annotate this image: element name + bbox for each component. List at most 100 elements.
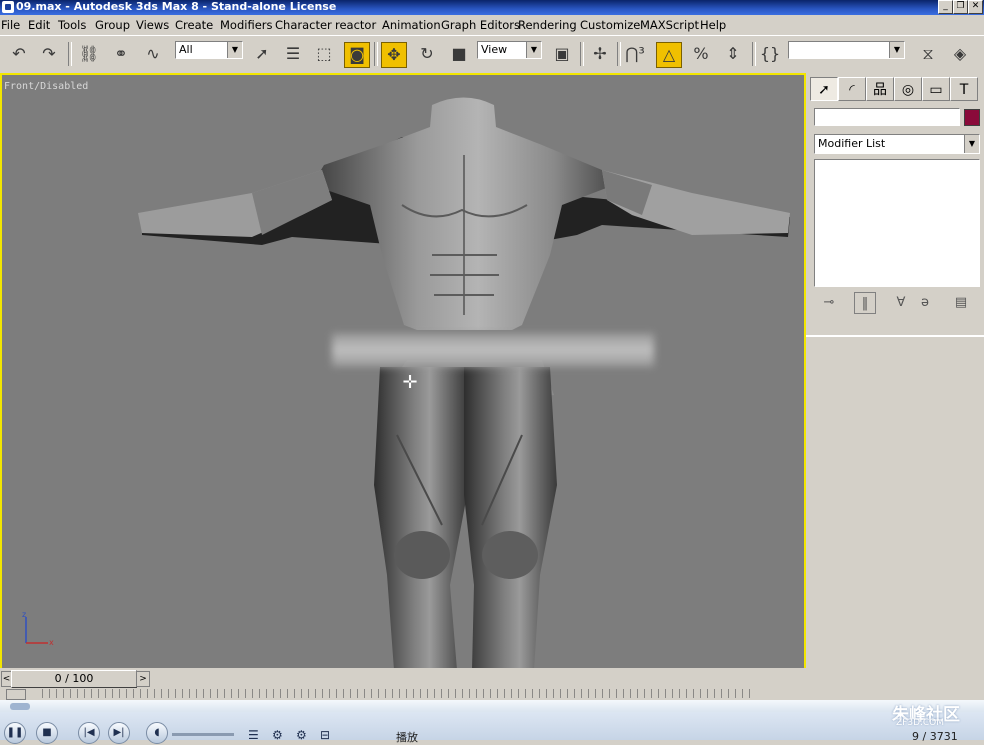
- modifier-list-dropdown[interactable]: Modifier List ▼: [814, 134, 980, 154]
- selection-filter-value: All: [179, 43, 193, 56]
- utilities-icon[interactable]: T: [950, 77, 978, 101]
- window-crossing-icon[interactable]: ◙: [344, 42, 370, 68]
- pause-icon[interactable]: ❚❚: [4, 722, 26, 744]
- display-icon[interactable]: ▭: [922, 77, 950, 101]
- toolbar-separator: [374, 42, 378, 66]
- create-icon[interactable]: ➚: [810, 77, 838, 101]
- chevron-down-icon[interactable]: ▼: [964, 135, 979, 153]
- menu-help[interactable]: Help: [700, 18, 726, 32]
- make-unique-icon[interactable]: ∀: [890, 292, 912, 314]
- menu-maxscript[interactable]: MAXScript: [640, 18, 699, 32]
- seek-bar[interactable]: [0, 700, 984, 712]
- select-object-icon[interactable]: ➚: [249, 41, 275, 67]
- menu-animation[interactable]: Animation: [382, 18, 441, 32]
- curve-editor-icon[interactable]: [6, 689, 26, 700]
- menu-file[interactable]: File: [1, 18, 20, 32]
- align-icon[interactable]: ◈: [947, 41, 973, 67]
- configure-sets-icon[interactable]: ▤: [950, 292, 972, 314]
- menu-graph-editors[interactable]: Graph Editors: [441, 18, 520, 32]
- main-toolbar: ↶ ↷ ⛓ ⚭ ∿ All ▼ ➚ ☰ ⬚ ◙ ✥ ↻ ■ View ▼ ▣ ✢…: [0, 35, 984, 74]
- select-link-icon[interactable]: ⛓: [76, 41, 102, 67]
- menu-bar: File Edit Tools Group Views Create Modif…: [0, 15, 984, 35]
- blurred-overlay: [332, 333, 654, 367]
- restore-icon[interactable]: ❐: [953, 0, 968, 14]
- axis-tripod: z x: [22, 610, 54, 647]
- toolbar-separator: [68, 42, 72, 66]
- menu-character[interactable]: Character: [275, 18, 332, 32]
- selection-filter-dropdown[interactable]: All ▼: [175, 41, 243, 59]
- time-slider[interactable]: < 0 / 100 >: [0, 668, 806, 688]
- chevron-down-icon[interactable]: ▼: [227, 42, 242, 58]
- play-status: 播放: [396, 731, 418, 744]
- time-next-icon[interactable]: >: [136, 671, 150, 687]
- manipulate-icon[interactable]: ✢: [587, 41, 613, 67]
- menu-create[interactable]: Create: [175, 18, 213, 32]
- object-color-swatch[interactable]: [964, 109, 980, 126]
- remove-modifier-icon[interactable]: ə: [914, 292, 936, 314]
- toolbar-separator: [752, 42, 756, 66]
- menu-group[interactable]: Group: [95, 18, 130, 32]
- scale-icon[interactable]: ■: [446, 41, 472, 67]
- spinner-snap-icon[interactable]: ⇕: [720, 41, 746, 67]
- snap-3d-icon[interactable]: ⋂³: [622, 41, 648, 67]
- show-end-result-icon[interactable]: ‖: [854, 292, 876, 314]
- ref-coord-dropdown[interactable]: View ▼: [477, 41, 542, 59]
- named-selection-dropdown[interactable]: ▼: [788, 41, 905, 59]
- axis-label-x: x: [49, 638, 54, 647]
- unlink-icon[interactable]: ⚭: [108, 41, 134, 67]
- minimize-icon[interactable]: _: [938, 0, 953, 14]
- modifier-stack[interactable]: [814, 159, 980, 287]
- undo-icon[interactable]: ↶: [6, 41, 32, 67]
- app-icon[interactable]: [2, 1, 14, 13]
- move-cursor-icon: ✛: [402, 372, 418, 393]
- chevron-down-icon[interactable]: ▼: [526, 42, 541, 58]
- volume-icon[interactable]: ◖: [146, 722, 168, 744]
- menu-edit[interactable]: Edit: [28, 18, 50, 32]
- bind-spacewarp-icon[interactable]: ∿: [140, 41, 166, 67]
- stop-icon[interactable]: ■: [36, 722, 58, 744]
- menu-views[interactable]: Views: [136, 18, 169, 32]
- toolbar-separator: [580, 42, 584, 66]
- chevron-down-icon[interactable]: ▼: [889, 42, 904, 58]
- frame-counter: 9 / 3731: [912, 730, 958, 743]
- menu-rendering[interactable]: Rendering: [518, 18, 577, 32]
- player-bar: ❚❚ ■ |◀ ▶| ◖ ☰ ⚙ ⚙ ⊟ 播放 9 / 3731: [0, 700, 984, 744]
- frame-ticks: [42, 689, 754, 698]
- redo-icon[interactable]: ↷: [36, 41, 62, 67]
- mirror-icon[interactable]: ⧖: [915, 41, 941, 67]
- pin-stack-icon[interactable]: ⊸: [818, 292, 840, 314]
- menu-modifiers[interactable]: Modifiers: [220, 18, 273, 32]
- modifier-list-label: Modifier List: [818, 137, 886, 150]
- volume-slider[interactable]: [172, 733, 234, 736]
- time-slider-thumb[interactable]: 0 / 100: [11, 670, 137, 688]
- ref-coord-value: View: [481, 43, 508, 56]
- track-bar[interactable]: [0, 688, 806, 700]
- front-viewport[interactable]: Front/Disabled ✛ z x: [0, 73, 806, 672]
- angle-snap-icon[interactable]: △: [656, 42, 682, 68]
- axis-label-z: z: [22, 610, 26, 619]
- close-icon[interactable]: ✕: [968, 0, 983, 14]
- rotate-icon[interactable]: ↻: [414, 41, 440, 67]
- rollout-area: [806, 335, 984, 700]
- menu-reactor[interactable]: reactor: [335, 18, 376, 32]
- window-title: 09.max - Autodesk 3ds Max 8 - Stand-alon…: [16, 0, 337, 13]
- seek-thumb[interactable]: [10, 703, 30, 710]
- menu-customize[interactable]: Customize: [580, 18, 640, 32]
- hierarchy-icon[interactable]: 品: [866, 77, 894, 101]
- object-name-field[interactable]: [814, 108, 960, 126]
- pivot-icon[interactable]: ▣: [549, 41, 575, 67]
- next-icon[interactable]: ▶|: [108, 722, 130, 744]
- edit-named-sel-icon[interactable]: {}: [757, 41, 783, 67]
- modify-icon[interactable]: ◜: [838, 77, 866, 101]
- select-by-name-icon[interactable]: ☰: [280, 41, 306, 67]
- toolbar-separator: [617, 42, 621, 66]
- rect-region-icon[interactable]: ⬚: [311, 41, 337, 67]
- prev-icon[interactable]: |◀: [78, 722, 100, 744]
- percent-snap-icon[interactable]: %: [688, 41, 714, 67]
- menu-tools[interactable]: Tools: [58, 18, 86, 32]
- watermark-sub: ZF3D.COM: [896, 718, 944, 728]
- title-bar: 09.max - Autodesk 3ds Max 8 - Stand-alon…: [0, 0, 984, 15]
- command-panel: ➚ ◜ 品 ◎ ▭ T Modifier List ▼ ⊸ ‖ ∀ ə ▤: [806, 73, 984, 700]
- move-icon[interactable]: ✥: [381, 42, 407, 68]
- motion-icon[interactable]: ◎: [894, 77, 922, 101]
